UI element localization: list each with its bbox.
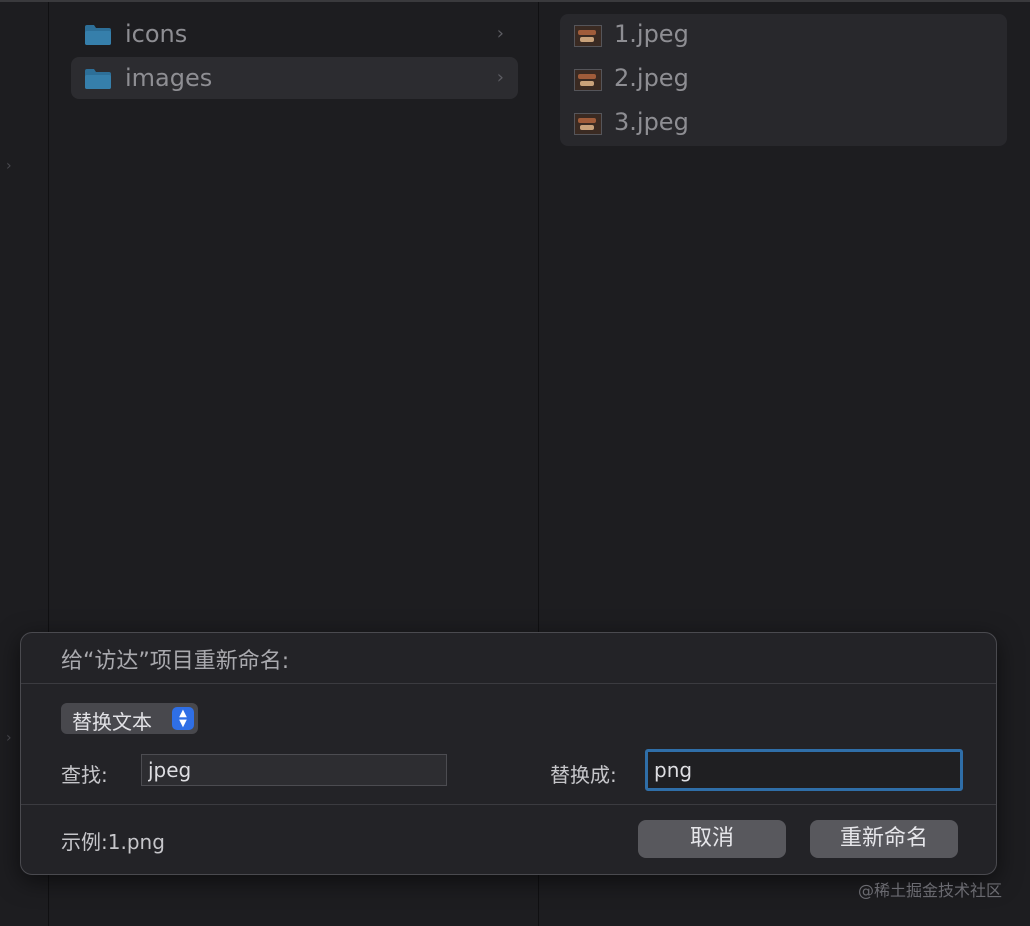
divider <box>21 683 996 684</box>
folder-label: images <box>125 64 213 92</box>
folder-label: icons <box>125 20 188 48</box>
folder-icon <box>85 69 111 89</box>
replace-input[interactable] <box>645 749 963 791</box>
cancel-button[interactable]: 取消 <box>638 820 786 858</box>
file-label: 3.jpeg <box>614 108 689 136</box>
example-preview: 示例:1.png <box>61 830 165 854</box>
file-label: 1.jpeg <box>614 20 689 48</box>
file-list-selection: 1.jpeg 2.jpeg 3.jpeg <box>560 14 1007 146</box>
file-row[interactable]: 1.jpeg <box>560 14 1007 58</box>
find-input[interactable] <box>141 754 447 786</box>
find-label: 查找: <box>61 763 108 787</box>
replace-label: 替换成: <box>550 763 617 787</box>
chevron-right-icon: › <box>496 23 504 44</box>
rename-button[interactable]: 重新命名 <box>810 820 958 858</box>
folder-row-icons[interactable]: icons › <box>71 13 518 55</box>
chevron-right-icon[interactable]: › <box>6 730 18 746</box>
folder-icon <box>85 25 111 45</box>
chevron-right-icon: › <box>496 67 504 88</box>
file-row[interactable]: 2.jpeg <box>560 58 1007 102</box>
select-stepper-icon: ▲ ▼ <box>172 707 194 730</box>
image-thumbnail-icon <box>574 113 602 135</box>
divider <box>21 804 996 805</box>
window-top-border <box>0 0 1030 2</box>
file-label: 2.jpeg <box>614 64 689 92</box>
file-row[interactable]: 3.jpeg <box>560 102 1007 146</box>
rename-mode-label: 替换文本 <box>72 710 152 734</box>
rename-mode-select[interactable]: 替换文本 ▲ ▼ <box>61 703 198 734</box>
folder-row-images[interactable]: images › <box>71 57 518 99</box>
rename-dialog: 给“访达”项目重新命名: 替换文本 ▲▼ 查找: 替换成: 示例:1.png 取… <box>20 632 997 875</box>
image-thumbnail-icon <box>574 69 602 91</box>
chevron-right-icon[interactable]: › <box>6 158 18 174</box>
watermark: @稀土掘金技术社区 <box>857 881 1002 900</box>
dialog-title: 给“访达”项目重新命名: <box>61 649 290 674</box>
image-thumbnail-icon <box>574 25 602 47</box>
